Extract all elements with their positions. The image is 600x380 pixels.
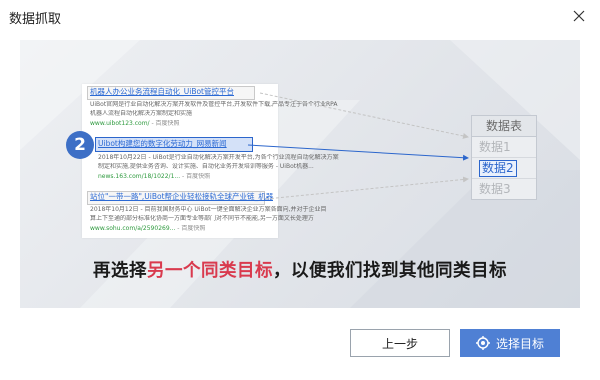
arrow-to-data2: [247, 144, 469, 161]
data-table-row-1-label: 数据1: [479, 140, 511, 154]
target-icon: [475, 336, 490, 350]
close-button[interactable]: [566, 3, 592, 29]
caption-highlight: 另一个同类目标: [147, 261, 273, 281]
window-title: 数据抓取: [9, 12, 62, 27]
data-table-row-2-label: 数据2: [479, 160, 517, 177]
arrow-to-data3: [265, 176, 469, 200]
data-table-row-3-label: 数据3: [479, 182, 511, 196]
previous-step-button[interactable]: 上一步: [350, 329, 450, 357]
caption-part-1: 再选择: [93, 261, 147, 281]
data-table-row-3: 数据3: [472, 179, 536, 199]
previous-step-label: 上一步: [381, 336, 418, 351]
data-table: 数据表 数据1 数据2 数据3: [471, 115, 537, 200]
data-table-row-2: 数据2: [472, 158, 536, 179]
close-icon: [573, 10, 585, 22]
title-bar: 数据抓取: [0, 0, 600, 34]
data-table-row-1: 数据1: [472, 137, 536, 158]
arrow-to-data1: [259, 92, 469, 139]
data-table-header: 数据表: [472, 116, 536, 137]
select-target-label: 选择目标: [495, 336, 544, 351]
select-target-button[interactable]: 选择目标: [460, 329, 560, 357]
instruction-caption: 再选择另一个同类目标，以便我们找到其他同类目标: [0, 257, 600, 282]
caption-part-2: ，以便我们找到其他同类目标: [273, 261, 507, 281]
